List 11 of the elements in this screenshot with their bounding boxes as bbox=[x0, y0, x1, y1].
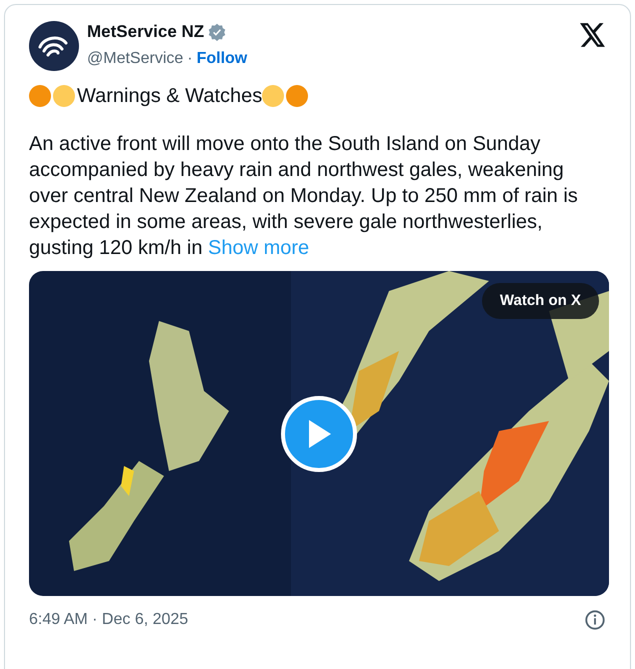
avatar-logo-icon bbox=[29, 21, 79, 71]
info-icon[interactable] bbox=[584, 609, 606, 631]
author-name[interactable]: MetService NZ bbox=[87, 19, 204, 44]
x-logo-icon[interactable] bbox=[580, 23, 606, 47]
author-handle: @MetService bbox=[87, 48, 184, 68]
watch-on-x-button[interactable]: Watch on X bbox=[482, 283, 599, 319]
headline-text: Warnings & Watches bbox=[77, 84, 262, 109]
separator-dot: · bbox=[187, 48, 193, 68]
post-text: An active front will move onto the South Island on Sunday accompanied by heavy rain and northwest gales, weakening over central New Zealand on Monday. Up to 250 mm of rain is expected in some areas, with severe gale northwesterlies, gusting 120 km/h in Show more bbox=[29, 132, 579, 261]
post-timestamp[interactable]: 6:49 AM · Dec 6, 2025 bbox=[29, 608, 584, 632]
follow-link[interactable]: Follow bbox=[196, 46, 248, 70]
